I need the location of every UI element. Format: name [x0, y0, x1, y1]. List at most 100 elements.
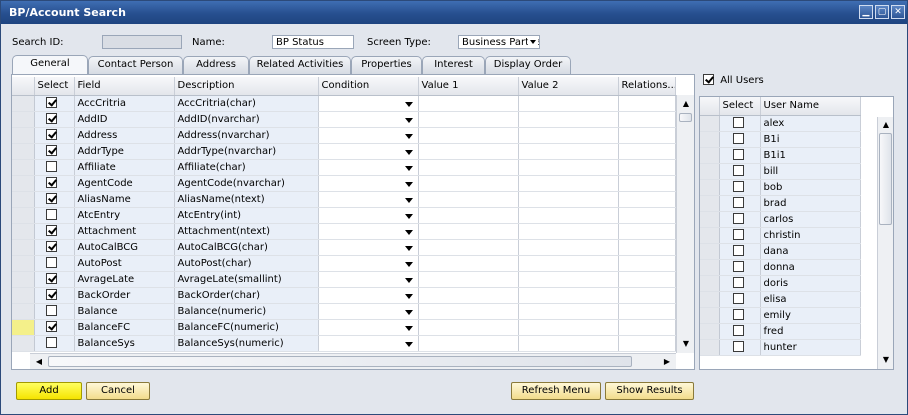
condition-select[interactable]	[318, 319, 419, 336]
scroll-right-icon[interactable]: ▶	[660, 355, 674, 369]
value-1-cell[interactable]	[418, 175, 519, 192]
grid-vertical-thumb[interactable]	[679, 113, 692, 122]
select-checkbox[interactable]	[45, 289, 57, 301]
user-select-cell[interactable]	[719, 131, 761, 148]
tab-contact-person[interactable]: Contact Person	[88, 56, 183, 74]
value-2-cell[interactable]	[518, 175, 619, 192]
relations-cell[interactable]	[618, 303, 676, 320]
table-row[interactable]: Balance Balance(numeric)	[12, 303, 676, 320]
table-row[interactable]: AccCritria AccCritria(char)	[12, 95, 676, 112]
tab-general[interactable]: General	[12, 55, 88, 75]
value-1-cell[interactable]	[418, 255, 519, 272]
column-header-description[interactable]: Description	[174, 77, 319, 96]
value-2-cell[interactable]	[518, 159, 619, 176]
condition-select[interactable]	[318, 175, 419, 192]
value-1-cell[interactable]	[418, 271, 519, 288]
relations-cell[interactable]	[618, 287, 676, 304]
user-select-checkbox[interactable]	[732, 213, 744, 225]
list-item[interactable]: emily	[700, 307, 861, 324]
select-checkbox[interactable]	[45, 225, 57, 237]
close-icon[interactable]: ✕	[891, 5, 905, 19]
select-checkbox[interactable]	[45, 113, 57, 125]
table-row[interactable]: BalanceSys BalanceSys(numeric)	[12, 335, 676, 352]
grid-horizontal-scrollbar[interactable]: ◀ ▶	[30, 353, 676, 369]
select-checkbox[interactable]	[45, 321, 57, 333]
select-checkbox[interactable]	[45, 241, 57, 253]
user-select-checkbox[interactable]	[732, 197, 744, 209]
row-header[interactable]	[12, 335, 35, 352]
condition-select[interactable]	[318, 287, 419, 304]
value-2-cell[interactable]	[518, 335, 619, 352]
user-select-cell[interactable]	[719, 195, 761, 212]
value-2-cell[interactable]	[518, 143, 619, 160]
select-cell[interactable]	[34, 207, 75, 224]
list-item[interactable]: doris	[700, 275, 861, 292]
user-select-checkbox[interactable]	[732, 181, 744, 193]
user-select-cell[interactable]	[719, 259, 761, 276]
relations-cell[interactable]	[618, 271, 676, 288]
select-checkbox[interactable]	[45, 273, 57, 285]
row-header[interactable]	[12, 287, 35, 304]
table-row[interactable]: AgentCode AgentCode(nvarchar)	[12, 175, 676, 192]
table-row[interactable]: AtcEntry AtcEntry(int)	[12, 207, 676, 224]
select-checkbox[interactable]	[45, 161, 57, 173]
condition-select[interactable]	[318, 207, 419, 224]
relations-cell[interactable]	[618, 191, 676, 208]
row-header[interactable]	[700, 323, 720, 340]
user-select-cell[interactable]	[719, 339, 761, 356]
scroll-down-icon[interactable]: ▼	[879, 353, 893, 367]
relations-cell[interactable]	[618, 207, 676, 224]
column-header-value-1[interactable]: Value 1	[418, 77, 519, 96]
select-checkbox[interactable]	[45, 209, 57, 221]
row-header[interactable]	[700, 211, 720, 228]
column-header-user-name[interactable]: User Name	[760, 97, 861, 116]
refresh-menu-button[interactable]: Refresh Menu	[511, 382, 601, 400]
select-cell[interactable]	[34, 95, 75, 112]
user-select-checkbox[interactable]	[732, 325, 744, 337]
select-cell[interactable]	[34, 287, 75, 304]
user-select-checkbox[interactable]	[732, 277, 744, 289]
user-select-checkbox[interactable]	[732, 293, 744, 305]
table-row[interactable]: AutoPost AutoPost(char)	[12, 255, 676, 272]
list-item[interactable]: bill	[700, 163, 861, 180]
minimize-icon[interactable]: ▁	[859, 5, 873, 19]
value-1-cell[interactable]	[418, 223, 519, 240]
show-results-button[interactable]: Show Results	[605, 382, 694, 400]
row-header[interactable]	[700, 115, 720, 132]
table-row[interactable]: AutoCalBCG AutoCalBCG(char)	[12, 239, 676, 256]
select-checkbox[interactable]	[45, 145, 57, 157]
row-header[interactable]	[700, 195, 720, 212]
tab-properties[interactable]: Properties	[351, 56, 422, 74]
table-row[interactable]: AddID AddID(nvarchar)	[12, 111, 676, 128]
user-select-cell[interactable]	[719, 163, 761, 180]
relations-cell[interactable]	[618, 111, 676, 128]
add-button[interactable]: Add	[16, 382, 82, 400]
user-select-checkbox[interactable]	[732, 229, 744, 241]
list-item[interactable]: brad	[700, 195, 861, 212]
row-header[interactable]	[700, 131, 720, 148]
value-1-cell[interactable]	[418, 191, 519, 208]
value-2-cell[interactable]	[518, 255, 619, 272]
user-select-cell[interactable]	[719, 227, 761, 244]
user-select-cell[interactable]	[719, 323, 761, 340]
select-cell[interactable]	[34, 255, 75, 272]
row-header[interactable]	[12, 159, 35, 176]
select-cell[interactable]	[34, 143, 75, 160]
relations-cell[interactable]	[618, 335, 676, 352]
user-select-checkbox[interactable]	[732, 245, 744, 257]
value-1-cell[interactable]	[418, 159, 519, 176]
tab-address[interactable]: Address	[183, 56, 249, 74]
user-select-cell[interactable]	[719, 243, 761, 260]
users-vertical-scrollbar[interactable]: ▲ ▼	[877, 117, 893, 369]
row-header[interactable]	[700, 179, 720, 196]
row-header[interactable]	[700, 291, 720, 308]
value-1-cell[interactable]	[418, 95, 519, 112]
scroll-left-icon[interactable]: ◀	[32, 355, 46, 369]
list-item[interactable]: carlos	[700, 211, 861, 228]
condition-select[interactable]	[318, 159, 419, 176]
value-2-cell[interactable]	[518, 319, 619, 336]
scroll-up-icon[interactable]: ▲	[679, 97, 693, 111]
column-header-field[interactable]: Field	[74, 77, 175, 96]
table-row[interactable]: BackOrder BackOrder(char)	[12, 287, 676, 304]
row-header[interactable]	[700, 259, 720, 276]
